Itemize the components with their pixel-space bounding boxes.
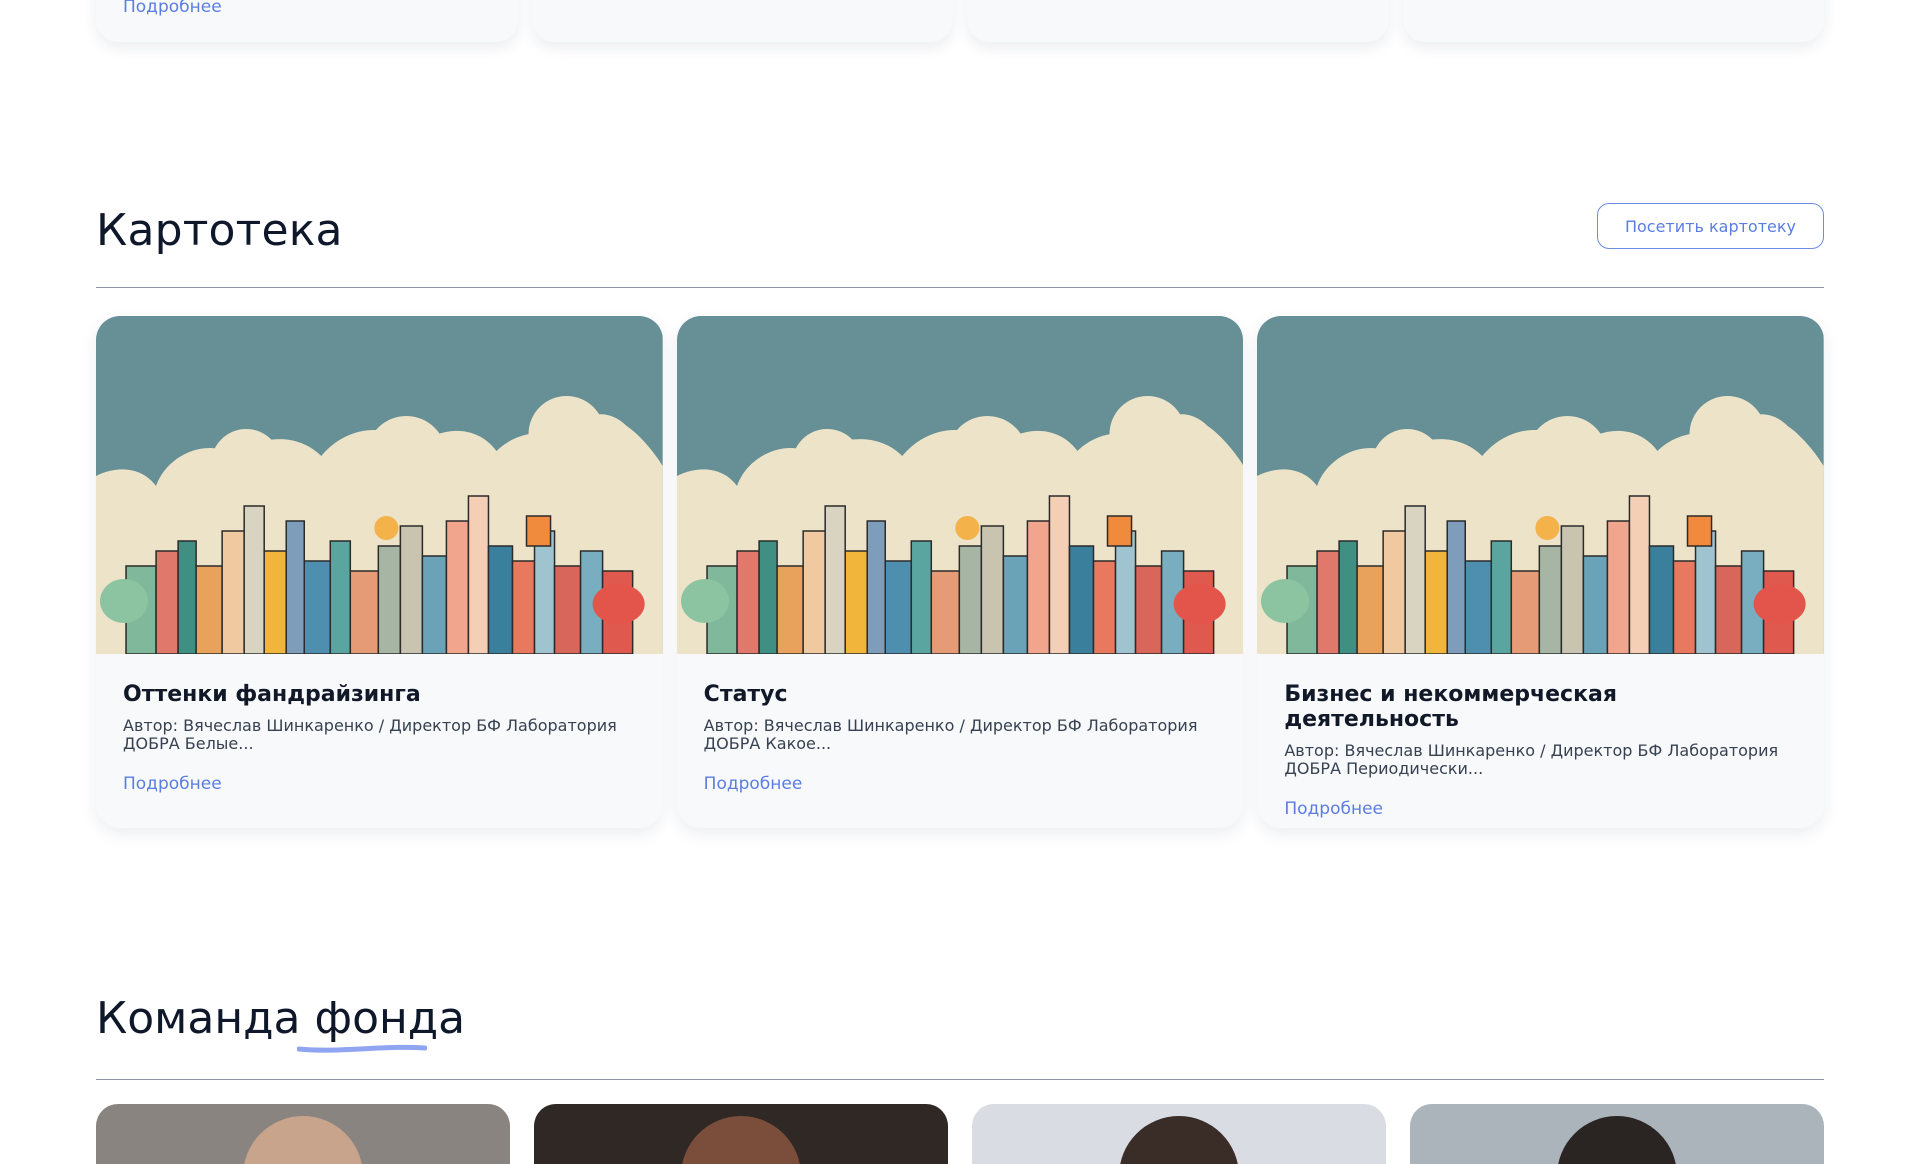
title-underline-decoration [297,1044,427,1053]
card-excerpt: Автор: Вячеслав Шинкаренко / Директор БФ… [1284,742,1779,778]
article-card[interactable]: Статус Автор: Вячеслав Шинкаренко / Дире… [676,316,1244,828]
city-illustration [96,316,663,654]
previous-card: Подробнее [96,0,518,42]
city-illustration [676,316,1244,654]
previous-cards-row: Подробнее [96,0,1824,42]
card-excerpt: Автор: Вячеслав Шинкаренко / Директор БФ… [123,717,617,753]
card-more-link[interactable]: Подробнее [123,774,222,794]
team-member-photo[interactable] [96,1104,510,1164]
article-card[interactable]: Бизнес и некоммерческая деятельность Авт… [1257,316,1825,828]
kartoteka-cards: Оттенки фандрайзинга Автор: Вячеслав Шин… [96,316,1825,828]
team-divider [96,1079,1824,1080]
kartoteka-divider [96,287,1824,288]
previous-card [531,0,953,42]
team-title: Команда фонда [96,992,466,1053]
previous-card-more-link[interactable]: Подробнее [123,0,222,17]
previous-card [967,0,1389,42]
article-card[interactable]: Оттенки фандрайзинга Автор: Вячеслав Шин… [96,316,663,828]
team-member-photo[interactable] [534,1104,948,1164]
team-header: Команда фонда [96,986,1824,1053]
team-member-photo[interactable] [1410,1104,1824,1164]
kartoteka-title: Картотека [96,204,343,256]
card-more-link[interactable]: Подробнее [704,774,803,794]
visit-kartoteka-button[interactable]: Посетить картотеку [1596,203,1824,249]
kartoteka-header: Картотека Посетить картотеку [96,198,1824,262]
card-excerpt: Автор: Вячеслав Шинкаренко / Директор БФ… [703,717,1198,753]
card-title: Бизнес и некоммерческая деятельность [1284,682,1617,732]
team-title-text: Команда фонда [96,992,466,1044]
card-title: Оттенки фандрайзинга [123,682,421,707]
city-illustration [1257,316,1825,654]
team-members-row [96,1104,1824,1164]
previous-card [1402,0,1824,42]
card-more-link[interactable]: Подробнее [1284,799,1383,819]
card-title: Статус [703,682,788,707]
team-member-photo[interactable] [972,1104,1386,1164]
